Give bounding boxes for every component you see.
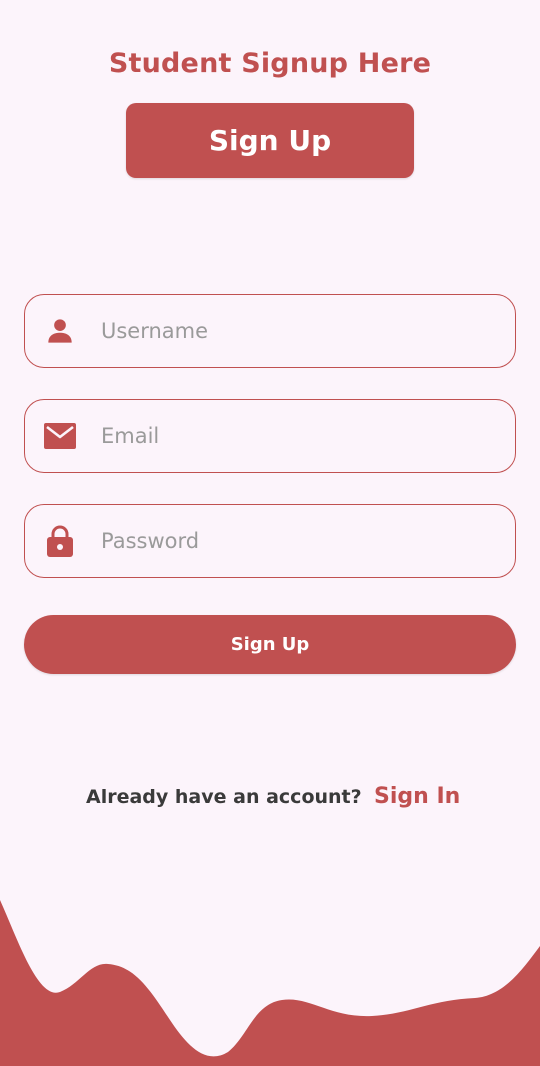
already-have-account-text: Already have an account? bbox=[86, 786, 362, 808]
decorative-wave bbox=[0, 900, 540, 1066]
email-field[interactable] bbox=[24, 399, 516, 473]
signup-tab-button[interactable]: Sign Up bbox=[126, 103, 414, 178]
username-input[interactable] bbox=[101, 295, 496, 367]
sign-in-link[interactable]: Sign In bbox=[374, 784, 460, 809]
page-title: Student Signup Here bbox=[108, 48, 432, 79]
email-input[interactable] bbox=[101, 400, 496, 472]
username-field[interactable] bbox=[24, 294, 516, 368]
password-input[interactable] bbox=[101, 505, 496, 577]
mail-icon bbox=[43, 419, 77, 453]
lock-icon bbox=[43, 524, 77, 558]
person-icon bbox=[43, 314, 77, 348]
sign-up-button[interactable]: Sign Up bbox=[24, 615, 516, 674]
password-field[interactable] bbox=[24, 504, 516, 578]
